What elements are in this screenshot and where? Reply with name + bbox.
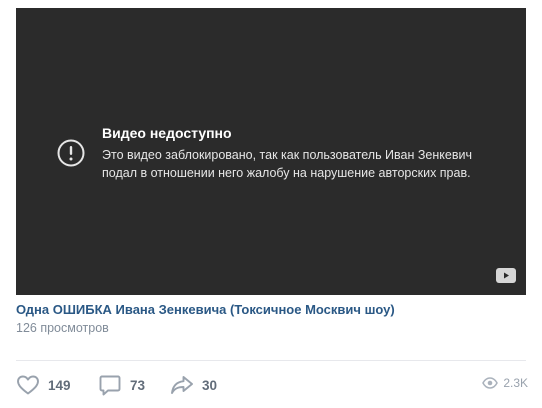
heart-icon bbox=[17, 375, 39, 395]
views-indicator: 2.3K bbox=[482, 376, 528, 390]
share-icon bbox=[171, 376, 193, 394]
eye-icon bbox=[482, 377, 499, 389]
views-short-count: 2.3K bbox=[503, 376, 528, 390]
notice-title: Видео недоступно bbox=[102, 125, 232, 141]
video-title-link[interactable]: Одна ОШИБКА Ивана Зенкевича (Токсичное М… bbox=[16, 302, 395, 317]
comment-icon bbox=[99, 375, 121, 396]
likes-count: 149 bbox=[48, 377, 71, 393]
comment-button[interactable]: 73 bbox=[98, 373, 145, 397]
shares-count: 30 bbox=[202, 377, 218, 393]
views-count: 126 просмотров bbox=[16, 321, 109, 335]
divider bbox=[16, 360, 526, 361]
video-player[interactable]: Видео недоступно Это видео заблокировано… bbox=[16, 8, 526, 295]
comments-count: 73 bbox=[130, 377, 146, 393]
like-button[interactable]: 149 bbox=[16, 373, 71, 397]
share-button[interactable]: 30 bbox=[170, 373, 217, 397]
unavailable-notice: Видео недоступно Это видео заблокировано… bbox=[56, 124, 482, 182]
exclamation-circle-icon bbox=[57, 139, 85, 167]
notice-body: Это видео заблокировано, так как пользов… bbox=[102, 148, 472, 180]
youtube-icon[interactable] bbox=[496, 268, 516, 283]
